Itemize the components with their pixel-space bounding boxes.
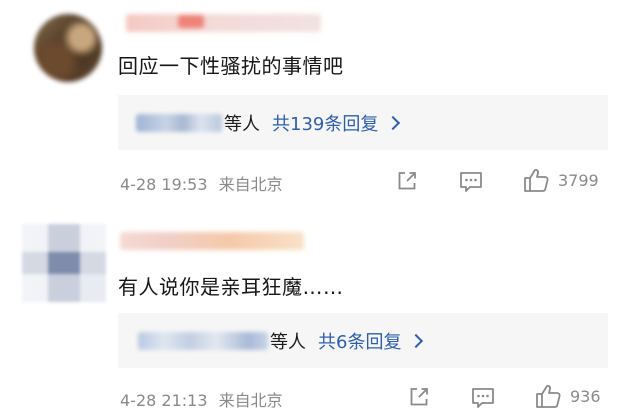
comment-text: 有人说你是亲耳狂魔…… xyxy=(118,275,344,299)
comment-time: 4-28 21:13 xyxy=(120,391,208,410)
like-count: 936 xyxy=(570,387,601,406)
reply-users-suffix: 等人 xyxy=(270,331,306,353)
reply-count-link[interactable]: 共6条回复 xyxy=(318,328,401,354)
reply-usernames-blurred xyxy=(138,331,268,350)
share-icon[interactable] xyxy=(396,170,418,192)
comment-text: 回应一下性骚扰的事情吧 xyxy=(118,54,344,78)
avatar[interactable] xyxy=(34,14,102,82)
thumbs-up-icon[interactable] xyxy=(534,383,562,409)
comment-meta: 4-28 19:53 来自北京 xyxy=(120,171,283,195)
comment-icon[interactable] xyxy=(458,170,484,194)
reply-preview[interactable]: 等人 共6条回复 xyxy=(118,313,608,368)
reply-preview[interactable]: 等人 共139条回复 xyxy=(118,95,608,150)
comment-location: 来自北京 xyxy=(218,175,283,194)
chevron-right-icon xyxy=(386,115,401,130)
avatar[interactable] xyxy=(22,224,106,302)
username-blurred[interactable] xyxy=(126,14,321,32)
share-icon[interactable] xyxy=(408,386,430,408)
username-blurred[interactable] xyxy=(120,232,304,250)
reply-users: 等人 共6条回复 xyxy=(138,313,424,368)
reply-users-suffix: 等人 xyxy=(224,113,260,135)
comment-icon[interactable] xyxy=(470,386,496,410)
reply-count-link[interactable]: 共139条回复 xyxy=(272,110,378,136)
chevron-right-icon xyxy=(409,333,424,348)
comment-meta: 4-28 21:13 来自北京 xyxy=(120,387,283,411)
comment-list: 回应一下性骚扰的事情吧 等人 共139条回复 4-28 19:53 来自北京 3… xyxy=(0,0,640,416)
comment-location: 来自北京 xyxy=(218,391,283,410)
like-count: 3799 xyxy=(558,171,599,190)
reply-users: 等人 共139条回复 xyxy=(136,95,401,150)
reply-usernames-blurred xyxy=(136,113,222,132)
comment-time: 4-28 19:53 xyxy=(120,175,208,194)
thumbs-up-icon[interactable] xyxy=(522,167,550,193)
